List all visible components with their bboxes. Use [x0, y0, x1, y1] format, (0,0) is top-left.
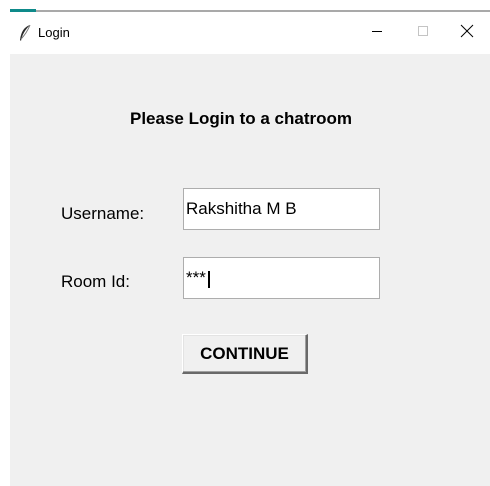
username-input[interactable]: [183, 188, 380, 230]
close-icon: [460, 24, 474, 43]
login-window: Login Please Login to a chatroom Usernam…: [10, 12, 490, 486]
maximize-button[interactable]: [400, 12, 446, 54]
room-id-label: Room Id:: [61, 272, 130, 291]
minimize-button[interactable]: [354, 12, 400, 54]
feather-icon: [18, 24, 32, 42]
minimize-icon: [371, 24, 383, 42]
close-button[interactable]: [444, 12, 490, 54]
login-heading: Please Login to a chatroom: [130, 109, 352, 128]
username-label: Username:: [61, 204, 145, 223]
maximize-icon: [417, 24, 429, 42]
window-title: Login: [38, 25, 70, 40]
title-bar[interactable]: Login: [10, 12, 490, 54]
text-caret: [208, 271, 210, 288]
room-id-input[interactable]: [183, 257, 380, 299]
taskbar-strip: [0, 0, 490, 12]
continue-button[interactable]: CONTINUE: [182, 334, 308, 374]
